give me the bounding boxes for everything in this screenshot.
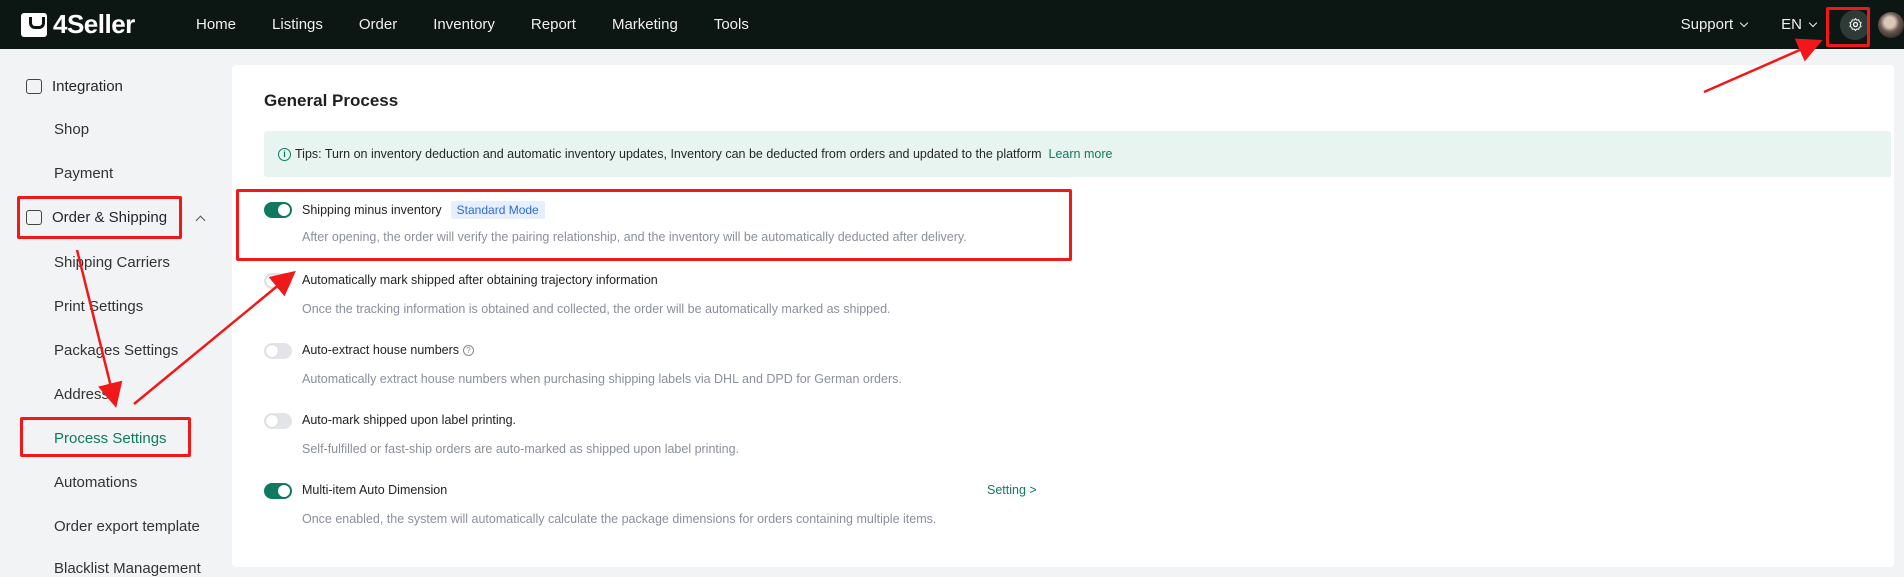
option-description: Once enabled, the system will automatica… — [302, 512, 937, 526]
logo[interactable]: 4Seller — [21, 9, 196, 40]
sidebar-item-process-settings[interactable]: Process Settings — [54, 430, 167, 447]
nav-inventory[interactable]: Inventory — [433, 16, 495, 33]
toggle-switch[interactable] — [264, 343, 292, 359]
option-description: After opening, the order will verify the… — [302, 230, 967, 244]
top-navigation-bar: 4Seller Home Listings Order Inventory Re… — [0, 0, 1904, 49]
option-title: Auto-extract house numbers ? — [302, 343, 475, 357]
nav-report[interactable]: Report — [531, 16, 576, 33]
sidebar-group-label: Order & Shipping — [52, 209, 168, 226]
sidebar-group-order-shipping[interactable]: Order & Shipping — [26, 209, 167, 226]
toggle-switch[interactable] — [264, 483, 292, 499]
sidebar-item-order-export-template[interactable]: Order export template — [54, 518, 200, 535]
page-title: General Process — [264, 91, 399, 110]
sidebar-item-address[interactable]: Address — [54, 386, 109, 403]
option-description: Self-fulfilled or fast-ship orders are a… — [302, 442, 740, 456]
sidebar-item-print-settings[interactable]: Print Settings — [54, 298, 143, 315]
sidebar-item-blacklist-management[interactable]: Blacklist Management — [54, 560, 201, 577]
tips-banner: i Tips: Turn on inventory deduction and … — [264, 131, 1891, 177]
nav-listings[interactable]: Listings — [272, 16, 323, 33]
option-title: Shipping minus inventory Standard Mode — [302, 201, 545, 219]
chevron-down-icon — [1739, 18, 1749, 27]
option-title: Auto-mark shipped upon label printing. — [302, 413, 517, 427]
top-right-controls: Support EN — [1681, 0, 1904, 49]
store-icon — [26, 79, 42, 94]
chevron-up-icon[interactable] — [195, 215, 206, 226]
tip-text: Tips: Turn on inventory deduction and au… — [295, 147, 1042, 161]
support-label: Support — [1680, 16, 1734, 33]
gear-icon — [1848, 18, 1862, 32]
sidebar-item-payment[interactable]: Payment — [54, 165, 113, 182]
nav-tools[interactable]: Tools — [714, 16, 749, 33]
settings-sidebar: Integration Shop Payment Order & Shippin… — [0, 49, 222, 577]
toggle-switch[interactable] — [264, 413, 292, 429]
language-label: EN — [1781, 16, 1802, 33]
mode-badge: Standard Mode — [450, 201, 545, 219]
help-icon[interactable]: ? — [463, 344, 475, 356]
nav-marketing[interactable]: Marketing — [612, 16, 678, 33]
sidebar-group-integration[interactable]: Integration — [26, 78, 123, 95]
toggle-switch[interactable] — [264, 202, 292, 218]
option-title: Automatically mark shipped after obtaini… — [302, 273, 658, 287]
support-dropdown[interactable]: Support — [1680, 16, 1749, 33]
nav-home[interactable]: Home — [196, 16, 236, 33]
info-icon: i — [278, 147, 291, 161]
setting-link[interactable]: Setting > — [987, 483, 1037, 497]
logo-text: 4Seller — [53, 9, 135, 39]
option-description: Once the tracking information is obtaine… — [302, 302, 891, 316]
option-description: Automatically extract house numbers when… — [302, 372, 902, 386]
sidebar-group-label: Integration — [52, 78, 123, 95]
settings-button[interactable] — [1840, 9, 1870, 40]
toggle-switch[interactable] — [264, 273, 292, 289]
sidebar-item-shipping-carriers[interactable]: Shipping Carriers — [54, 254, 170, 271]
main-nav: Home Listings Order Inventory Report Mar… — [196, 16, 785, 33]
avatar[interactable] — [1878, 11, 1904, 38]
option-title-text: Auto-extract house numbers — [302, 343, 460, 357]
logo-icon — [21, 12, 47, 37]
option-title: Multi-item Auto Dimension — [302, 483, 448, 497]
language-dropdown[interactable]: EN — [1781, 16, 1818, 33]
learn-more-link[interactable]: Learn more — [1049, 147, 1113, 161]
sidebar-item-packages-settings[interactable]: Packages Settings — [54, 342, 178, 359]
option-title-text: Shipping minus inventory — [302, 203, 442, 217]
nav-order[interactable]: Order — [359, 16, 397, 33]
general-process-card: General Process i Tips: Turn on inventor… — [232, 65, 1894, 567]
chevron-down-icon — [1808, 18, 1818, 27]
clipboard-icon — [26, 210, 42, 225]
sidebar-item-automations[interactable]: Automations — [54, 474, 137, 491]
sidebar-item-shop[interactable]: Shop — [54, 121, 89, 138]
